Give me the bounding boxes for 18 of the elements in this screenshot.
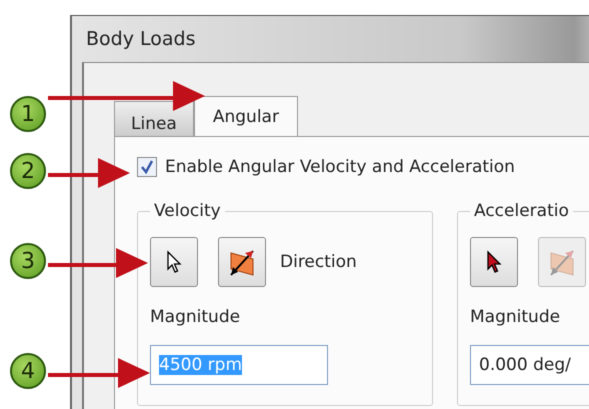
- window-title: Body Loads: [86, 28, 196, 50]
- checkbox-label: Enable Angular Velocity and Acceleration: [165, 157, 515, 177]
- tab[interactable]: Linea: [114, 101, 194, 136]
- callout-number: 4: [10, 353, 46, 389]
- select-button[interactable]: [150, 237, 198, 287]
- direction-button[interactable]: [218, 237, 266, 287]
- magnitude-label: Magnitude: [470, 307, 562, 327]
- callout-number: 3: [10, 243, 46, 279]
- callout-number: 2: [10, 153, 46, 189]
- select-button[interactable]: [470, 237, 518, 287]
- magnitude-label: Magnitude: [150, 307, 242, 327]
- group-title: Acceleratio: [473, 201, 570, 221]
- checkbox[interactable]: [137, 157, 157, 177]
- magnitude-field[interactable]: 0.000 deg/: [470, 345, 589, 385]
- group-title: Velocity: [153, 201, 222, 221]
- tab[interactable]: Angular: [194, 96, 298, 136]
- callout-number: 1: [10, 96, 46, 132]
- direction-label: Direction: [280, 252, 357, 272]
